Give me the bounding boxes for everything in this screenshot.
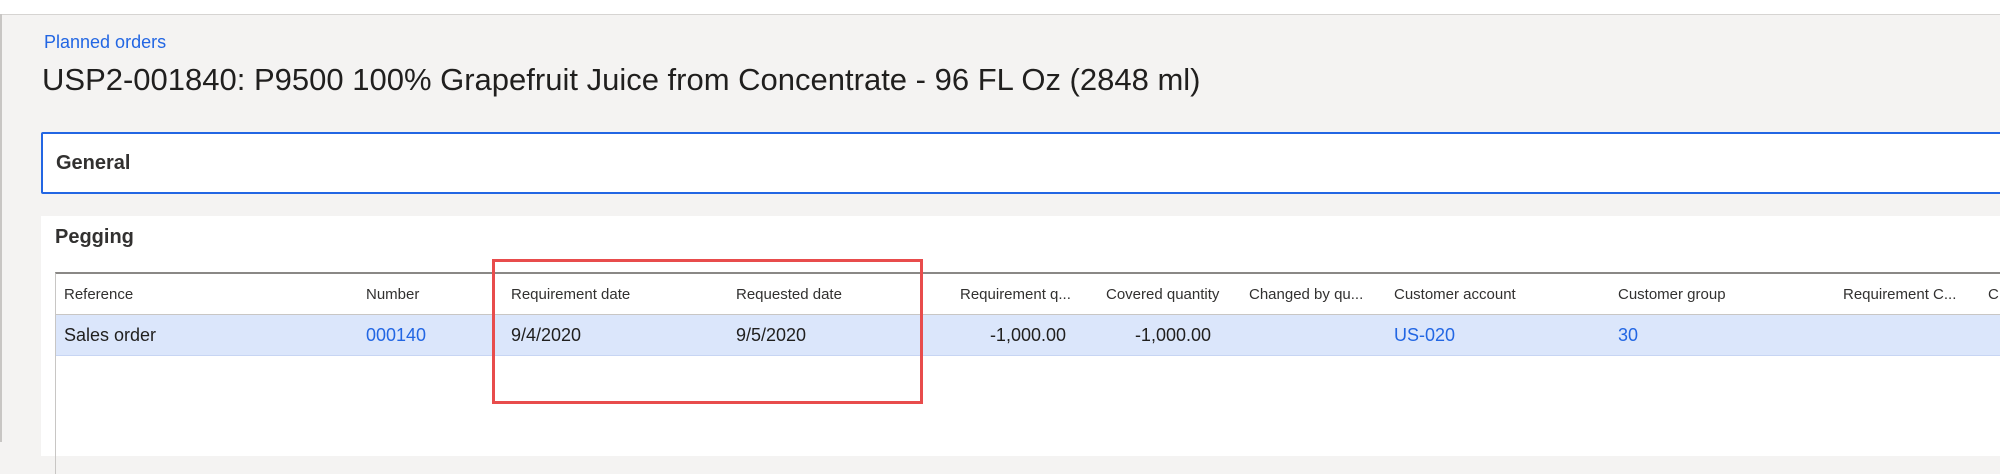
column-header-customer-account[interactable]: Customer account <box>1394 286 1516 303</box>
pegging-fasttab: Pegging Reference Number Requirement dat… <box>41 216 2000 474</box>
column-header-changed-by-quantity[interactable]: Changed by qu... <box>1249 286 1363 303</box>
cell-requirement-quantity: -1,000.00 <box>989 325 1066 345</box>
general-section-header[interactable]: General <box>56 152 130 175</box>
cell-requirement-date: 9/4/2020 <box>511 325 582 345</box>
cell-reference: Sales order <box>64 325 157 345</box>
general-fasttab[interactable]: General <box>41 132 2000 194</box>
column-header-requirement-date[interactable]: Requirement date <box>511 286 630 303</box>
column-header-customer-group[interactable]: Customer group <box>1618 286 1726 303</box>
column-header-covered-quantity[interactable]: Covered quantity <box>1106 286 1219 303</box>
grid-header-row: Reference Number Requirement date Reques… <box>56 274 2000 315</box>
column-header-requested-date[interactable]: Requested date <box>736 286 842 303</box>
breadcrumb-planned-orders[interactable]: Planned orders <box>44 32 166 53</box>
cell-customer-group-link[interactable]: 30 <box>1618 325 1638 346</box>
column-header-number[interactable]: Number <box>366 286 419 303</box>
cell-customer-account-link[interactable]: US-020 <box>1394 325 1455 346</box>
pegging-section-header[interactable]: Pegging <box>55 226 134 249</box>
cell-covered-quantity: -1,000.00 <box>1134 325 1211 345</box>
left-edge-rule <box>0 14 2 442</box>
top-bar <box>0 0 2000 15</box>
cell-requested-date: 9/5/2020 <box>736 325 807 345</box>
page-title: USP2-001840: P9500 100% Grapefruit Juice… <box>42 62 1201 97</box>
table-row[interactable]: Sales order 000140 9/4/2020 9/5/2020 -1,… <box>56 315 2000 356</box>
column-header-requirement-quantity[interactable]: Requirement q... <box>960 286 1071 303</box>
cell-number-link[interactable]: 000140 <box>366 325 426 346</box>
column-header-truncated[interactable]: C <box>1988 286 1999 303</box>
column-header-reference[interactable]: Reference <box>64 286 133 303</box>
pegging-grid: Reference Number Requirement date Reques… <box>55 272 2000 474</box>
column-header-requirement-c[interactable]: Requirement C... <box>1843 286 1956 303</box>
